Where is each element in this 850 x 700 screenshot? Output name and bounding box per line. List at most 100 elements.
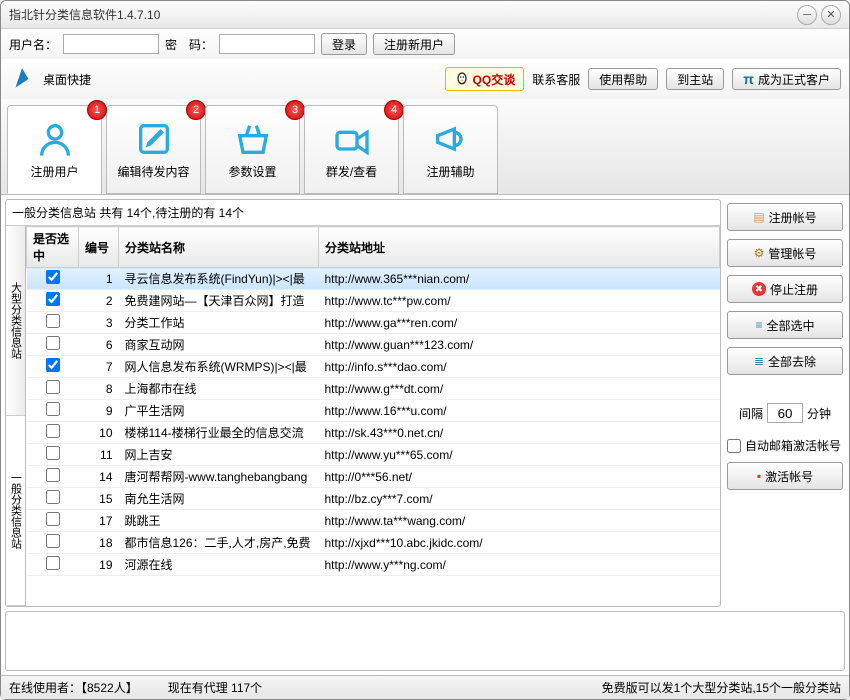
row-checkbox[interactable]	[46, 446, 60, 460]
row-url: http://www.ta***wang.com/	[319, 510, 720, 532]
row-id: 6	[79, 334, 119, 356]
login-button[interactable]: 登录	[321, 33, 367, 55]
table-row[interactable]: 14唐河帮帮网-www.tanghebangbanghttp://0***56.…	[27, 466, 720, 488]
auto-email-checkbox[interactable]: 自动邮箱激活帐号	[727, 437, 843, 454]
row-url: http://xjxd***10.abc.jkidc.com/	[319, 532, 720, 554]
tab-label: 参数设置	[228, 163, 276, 180]
row-checkbox[interactable]	[46, 336, 60, 350]
table-row[interactable]: 11网上吉安http://www.yu***65.com/	[27, 444, 720, 466]
online-users: 在线使用者：【8522人】	[9, 679, 138, 696]
row-checkbox[interactable]	[46, 314, 60, 328]
row-checkbox[interactable]	[46, 380, 60, 394]
row-checkbox[interactable]	[46, 490, 60, 504]
row-checkbox[interactable]	[46, 512, 60, 526]
row-name: 河源在线	[119, 554, 319, 576]
row-url: http://www.tc***pw.com/	[319, 290, 720, 312]
col-url[interactable]: 分类站地址	[319, 227, 720, 268]
activate-account-button[interactable]: ▪激活帐号	[727, 462, 843, 490]
row-checkbox[interactable]	[46, 402, 60, 416]
toolbar: 桌面快捷 QQ交谈 联系客服 使用帮助 到主站 π 成为正式客户	[1, 59, 849, 99]
deselect-all-button[interactable]: ≣全部去除	[727, 347, 843, 375]
vtab-big[interactable]: 大型分类信息站	[6, 226, 25, 416]
row-checkbox[interactable]	[46, 292, 60, 306]
table-row[interactable]: 3分类工作站http://www.ga***ren.com/	[27, 312, 720, 334]
row-checkbox[interactable]	[46, 534, 60, 548]
row-url: http://www.g***dt.com/	[319, 378, 720, 400]
register-new-user-button[interactable]: 注册新用户	[373, 33, 455, 55]
row-checkbox[interactable]	[46, 468, 60, 482]
row-url: http://www.365***nian.com/	[319, 268, 720, 290]
row-name: 分类工作站	[119, 312, 319, 334]
row-url: http://www.yu***65.com/	[319, 444, 720, 466]
agents-count: 现在有代理 117个	[168, 679, 262, 696]
close-button[interactable]: ✕	[821, 5, 841, 25]
auto-email-input[interactable]	[727, 439, 741, 453]
password-input[interactable]	[219, 34, 315, 54]
row-id: 1	[79, 268, 119, 290]
row-name: 上海都市在线	[119, 378, 319, 400]
manage-account-button[interactable]: ⚙管理帐号	[727, 239, 843, 267]
row-url: http://www.16***u.com/	[319, 400, 720, 422]
username-input[interactable]	[63, 34, 159, 54]
table-row[interactable]: 6商家互动网http://www.guan***123.com/	[27, 334, 720, 356]
interval-input[interactable]	[767, 403, 803, 423]
auto-email-label: 自动邮箱激活帐号	[745, 437, 841, 454]
row-url: http://www.guan***123.com/	[319, 334, 720, 356]
interval-unit: 分钟	[807, 405, 831, 422]
table-row[interactable]: 2免费建网站—【天津百众网】打造http://www.tc***pw.com/	[27, 290, 720, 312]
table-row[interactable]: 19河源在线http://www.y***ng.com/	[27, 554, 720, 576]
row-name: 寻云信息发布系统(FindYun)|><|最	[119, 268, 319, 290]
row-checkbox[interactable]	[46, 358, 60, 372]
col-check[interactable]: 是否选中	[27, 227, 79, 268]
register-account-button[interactable]: ▤注册帐号	[727, 203, 843, 231]
tab-register-user[interactable]: 1 注册用户	[7, 105, 102, 194]
row-checkbox[interactable]	[46, 270, 60, 284]
btn-label: 全部去除	[768, 353, 816, 370]
stop-icon: ✖	[752, 282, 766, 296]
tab-assist[interactable]: 注册辅助	[403, 105, 498, 194]
right-panel: ▤注册帐号 ⚙管理帐号 ✖停止注册 ≡全部选中 ≣全部去除 间隔 分钟 自动邮箱…	[725, 199, 845, 607]
left-panel: 一般分类信息站 共有 14个,待注册的有 14个 大型分类信息站 一般分类信息站…	[5, 199, 721, 607]
col-name[interactable]: 分类站名称	[119, 227, 319, 268]
qq-chat-label: QQ交谈	[473, 71, 516, 88]
minimize-button[interactable]: ─	[797, 5, 817, 25]
tab-edit-content[interactable]: 2 编辑待发内容	[106, 105, 201, 194]
row-id: 2	[79, 290, 119, 312]
become-customer-button[interactable]: π 成为正式客户	[732, 68, 841, 90]
row-id: 8	[79, 378, 119, 400]
row-id: 15	[79, 488, 119, 510]
table-row[interactable]: 9广平生活网http://www.16***u.com/	[27, 400, 720, 422]
to-main-button[interactable]: 到主站	[666, 68, 724, 90]
table-row[interactable]: 15南允生活网http://bz.cy***7.com/	[27, 488, 720, 510]
login-row: 用户名： 密 码： 登录 注册新用户	[1, 29, 849, 59]
compass-icon	[9, 66, 35, 92]
select-all-button[interactable]: ≡全部选中	[727, 311, 843, 339]
row-id: 9	[79, 400, 119, 422]
user-icon	[35, 119, 75, 159]
row-checkbox[interactable]	[46, 556, 60, 570]
username-label: 用户名：	[9, 36, 57, 53]
tab-badge: 3	[285, 100, 305, 120]
stop-register-button[interactable]: ✖停止注册	[727, 275, 843, 303]
row-name: 免费建网站—【天津百众网】打造	[119, 290, 319, 312]
tab-send[interactable]: 4 群发/查看	[304, 105, 399, 194]
data-grid[interactable]: 是否选中 编号 分类站名称 分类站地址 1寻云信息发布系统(FindYun)|>…	[26, 226, 720, 606]
become-customer-label: 成为正式客户	[758, 71, 830, 88]
tab-params[interactable]: 3 参数设置	[205, 105, 300, 194]
row-id: 17	[79, 510, 119, 532]
table-row[interactable]: 18都市信息126：二手,人才,房产,免费http://xjxd***10.ab…	[27, 532, 720, 554]
vtab-general[interactable]: 一般分类信息站	[6, 416, 25, 606]
desktop-shortcut-label[interactable]: 桌面快捷	[43, 71, 91, 88]
table-row[interactable]: 17跳跳王http://www.ta***wang.com/	[27, 510, 720, 532]
contact-service-label[interactable]: 联系客服	[532, 71, 580, 88]
use-help-button[interactable]: 使用帮助	[588, 68, 658, 90]
row-checkbox[interactable]	[46, 424, 60, 438]
table-row[interactable]: 10楼梯114-楼梯行业最全的信息交流http://sk.43***0.net.…	[27, 422, 720, 444]
qq-chat-button[interactable]: QQ交谈	[445, 67, 525, 91]
row-id: 18	[79, 532, 119, 554]
table-row[interactable]: 1寻云信息发布系统(FindYun)|><|最http://www.365***…	[27, 268, 720, 290]
table-row[interactable]: 7网人信息发布系统(WRMPS)|><|最http://info.s***dao…	[27, 356, 720, 378]
row-id: 11	[79, 444, 119, 466]
col-id[interactable]: 编号	[79, 227, 119, 268]
table-row[interactable]: 8上海都市在线http://www.g***dt.com/	[27, 378, 720, 400]
